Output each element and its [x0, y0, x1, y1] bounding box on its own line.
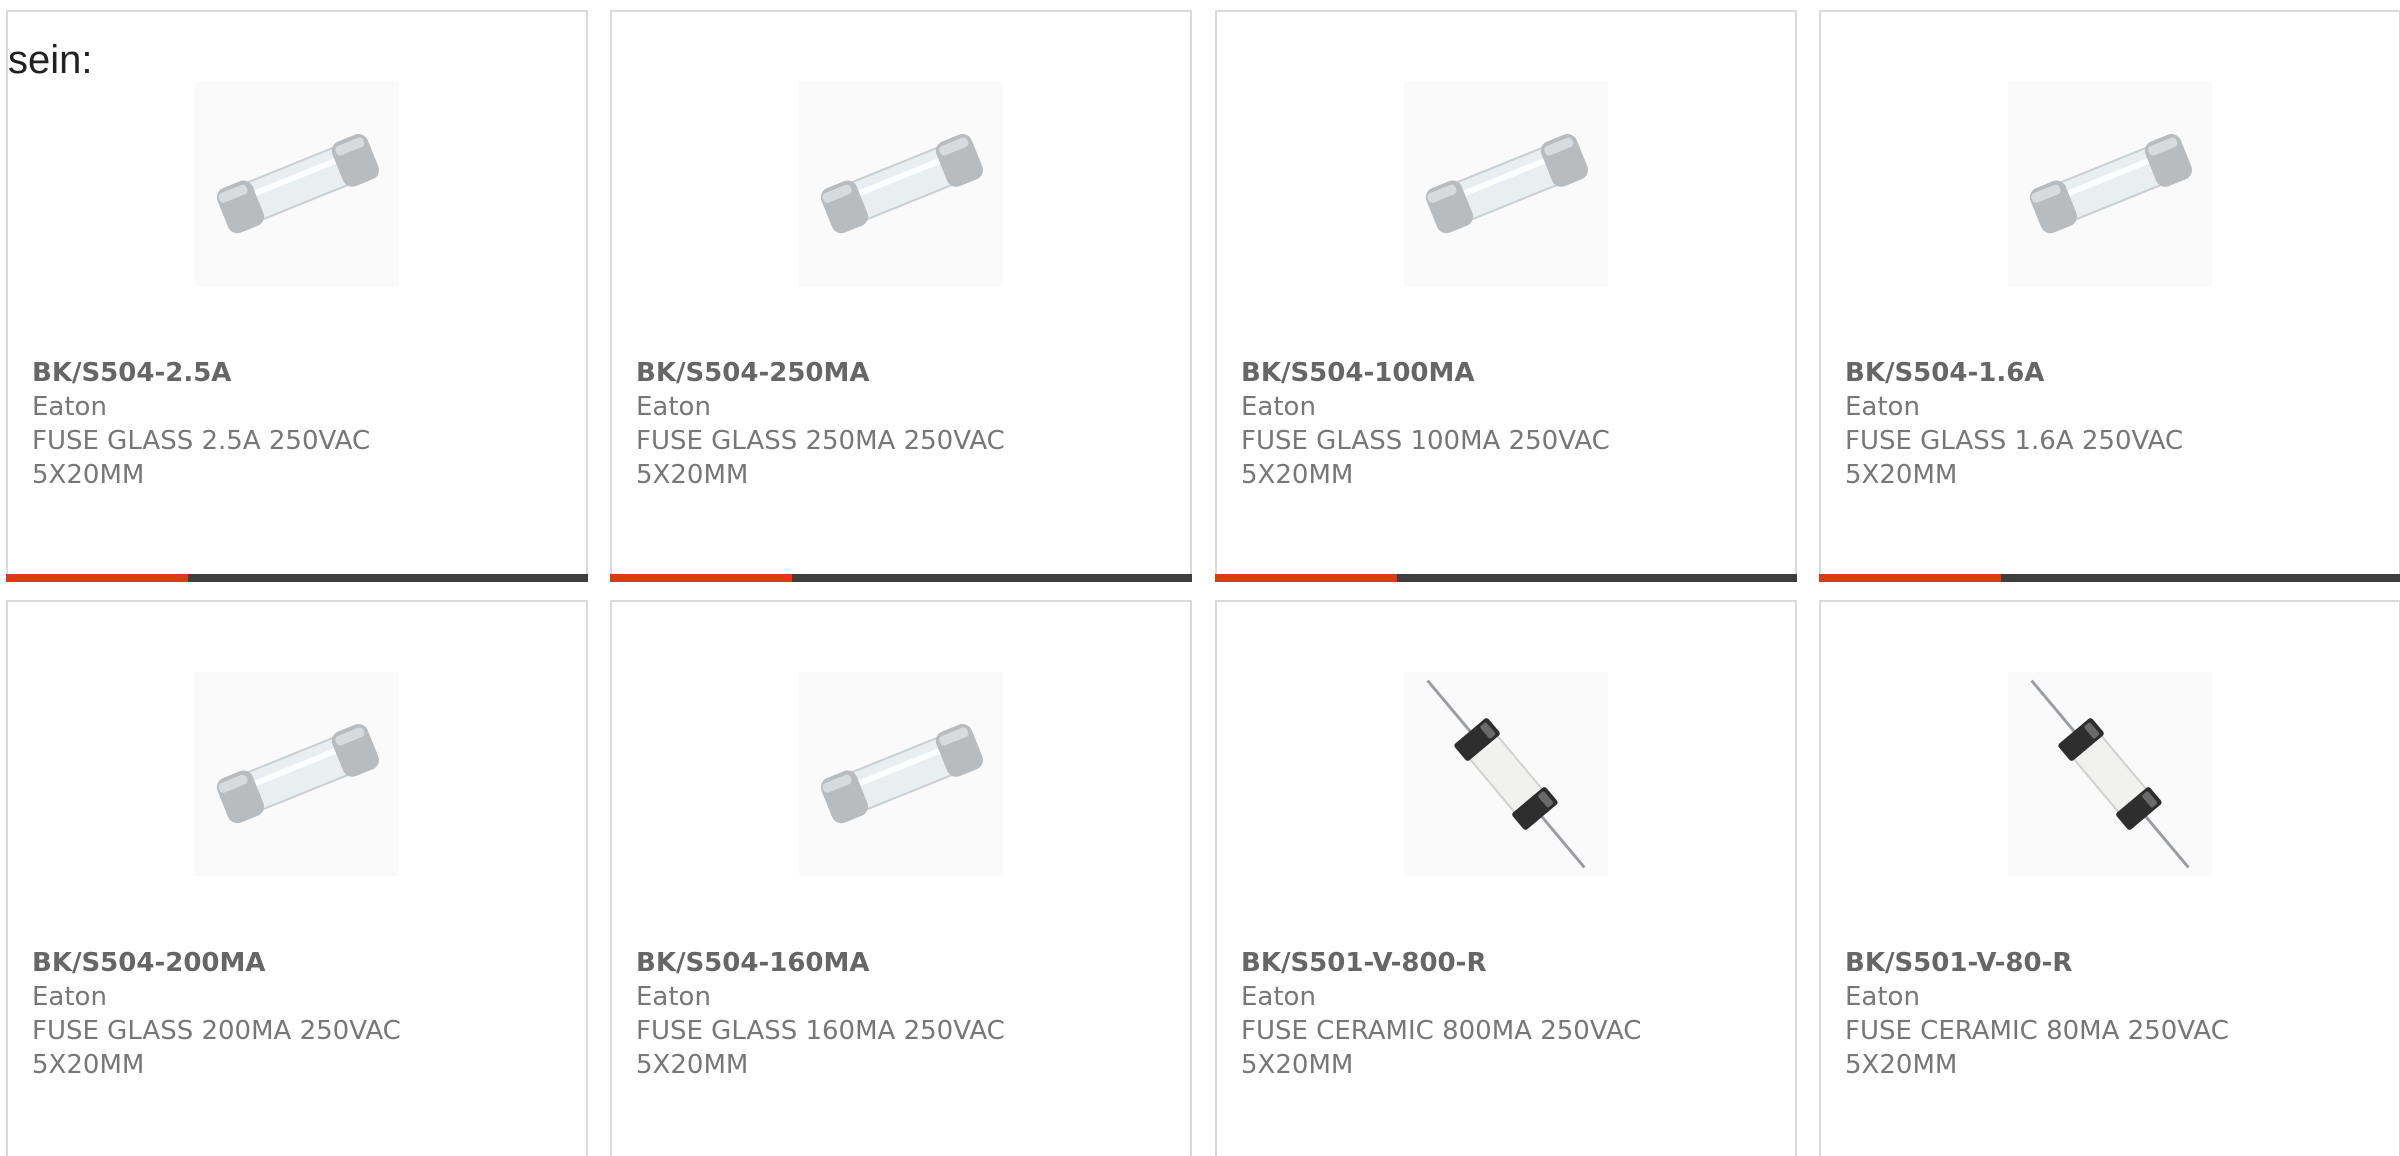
part-number[interactable]: BK/S504-2.5A [32, 356, 562, 390]
manufacturer: Eaton [1845, 982, 1920, 1012]
manufacturer: Eaton [1241, 392, 1316, 422]
description-line-2: 5X20MM [1845, 1050, 1958, 1080]
card-accent-bar [6, 574, 188, 582]
card-accent-bar [1215, 574, 1397, 582]
product-info: BK/S504-100MA Eaton FUSE GLASS 100MA 250… [1241, 356, 1771, 492]
part-number[interactable]: BK/S504-250MA [636, 356, 1166, 390]
product-image[interactable] [195, 82, 399, 286]
product-info: BK/S504-2.5A Eaton FUSE GLASS 2.5A 250VA… [32, 356, 562, 492]
part-number[interactable]: BK/S504-200MA [32, 946, 562, 980]
ceramic-fuse-icon [1426, 679, 1586, 869]
product-info: BK/S504-200MA Eaton FUSE GLASS 200MA 250… [32, 946, 562, 1082]
glass-fuse-icon [820, 134, 984, 234]
description-line-1: FUSE GLASS 100MA 250VAC [1241, 426, 1610, 456]
product-image[interactable] [2008, 672, 2212, 876]
glass-fuse-icon [2029, 134, 2193, 234]
product-card[interactable]: BK/S504-160MA Eaton FUSE GLASS 160MA 250… [610, 600, 1192, 1156]
description-line-1: FUSE GLASS 200MA 250VAC [32, 1016, 401, 1046]
manufacturer: Eaton [636, 982, 711, 1012]
product-card[interactable]: BK/S501-V-80-R Eaton FUSE CERAMIC 80MA 2… [1819, 600, 2400, 1156]
part-number[interactable]: BK/S504-100MA [1241, 356, 1771, 390]
part-number[interactable]: BK/S501-V-80-R [1845, 946, 2375, 980]
product-info: BK/S501-V-80-R Eaton FUSE CERAMIC 80MA 2… [1845, 946, 2375, 1082]
card-accent-bar [1819, 574, 2001, 582]
product-image[interactable] [799, 82, 1003, 286]
product-image[interactable] [799, 672, 1003, 876]
manufacturer: Eaton [1845, 392, 1920, 422]
product-card[interactable]: BK/S501-V-800-R Eaton FUSE CERAMIC 800MA… [1215, 600, 1797, 1156]
product-card[interactable]: BK/S504-250MA Eaton FUSE GLASS 250MA 250… [610, 10, 1192, 582]
product-image[interactable] [2008, 82, 2212, 286]
product-card[interactable]: BK/S504-100MA Eaton FUSE GLASS 100MA 250… [1215, 10, 1797, 582]
ceramic-fuse-icon [2030, 679, 2190, 869]
product-image[interactable] [1404, 82, 1608, 286]
product-info: BK/S504-1.6A Eaton FUSE GLASS 1.6A 250VA… [1845, 356, 2375, 492]
part-number[interactable]: BK/S504-1.6A [1845, 356, 2375, 390]
card-footer-bar [6, 574, 588, 582]
card-footer-bar [1819, 574, 2400, 582]
product-card[interactable]: BK/S504-1.6A Eaton FUSE GLASS 1.6A 250VA… [1819, 10, 2400, 582]
product-info: BK/S504-160MA Eaton FUSE GLASS 160MA 250… [636, 946, 1166, 1082]
description-line-2: 5X20MM [1845, 460, 1958, 490]
manufacturer: Eaton [32, 982, 107, 1012]
description-line-2: 5X20MM [1241, 460, 1354, 490]
product-grid-page: sein: BK/S504-2.5A Eaton FUSE GLASS 2.5A… [0, 0, 2400, 1156]
description-line-1: FUSE CERAMIC 800MA 250VAC [1241, 1016, 1642, 1046]
product-image[interactable] [1404, 672, 1608, 876]
description-line-2: 5X20MM [636, 460, 749, 490]
description-line-1: FUSE GLASS 1.6A 250VAC [1845, 426, 2184, 456]
glass-fuse-icon [216, 134, 380, 234]
product-info: BK/S504-250MA Eaton FUSE GLASS 250MA 250… [636, 356, 1166, 492]
manufacturer: Eaton [1241, 982, 1316, 1012]
product-info: BK/S501-V-800-R Eaton FUSE CERAMIC 800MA… [1241, 946, 1771, 1082]
product-card[interactable]: BK/S504-200MA Eaton FUSE GLASS 200MA 250… [6, 600, 588, 1156]
description-line-1: FUSE GLASS 160MA 250VAC [636, 1016, 1005, 1046]
part-number[interactable]: BK/S501-V-800-R [1241, 946, 1771, 980]
description-line-2: 5X20MM [1241, 1050, 1354, 1080]
product-image[interactable] [195, 672, 399, 876]
glass-fuse-icon [1425, 134, 1589, 234]
description-line-2: 5X20MM [32, 460, 145, 490]
manufacturer: Eaton [32, 392, 107, 422]
card-footer-bar [610, 574, 1192, 582]
glass-fuse-icon [820, 724, 984, 824]
intro-text: sein: [8, 38, 93, 82]
manufacturer: Eaton [636, 392, 711, 422]
description-line-1: FUSE CERAMIC 80MA 250VAC [1845, 1016, 2229, 1046]
description-line-2: 5X20MM [32, 1050, 145, 1080]
card-accent-bar [610, 574, 792, 582]
part-number[interactable]: BK/S504-160MA [636, 946, 1166, 980]
description-line-2: 5X20MM [636, 1050, 749, 1080]
glass-fuse-icon [216, 724, 380, 824]
product-card[interactable]: BK/S504-2.5A Eaton FUSE GLASS 2.5A 250VA… [6, 10, 588, 582]
card-footer-bar [1215, 574, 1797, 582]
description-line-1: FUSE GLASS 2.5A 250VAC [32, 426, 371, 456]
description-line-1: FUSE GLASS 250MA 250VAC [636, 426, 1005, 456]
